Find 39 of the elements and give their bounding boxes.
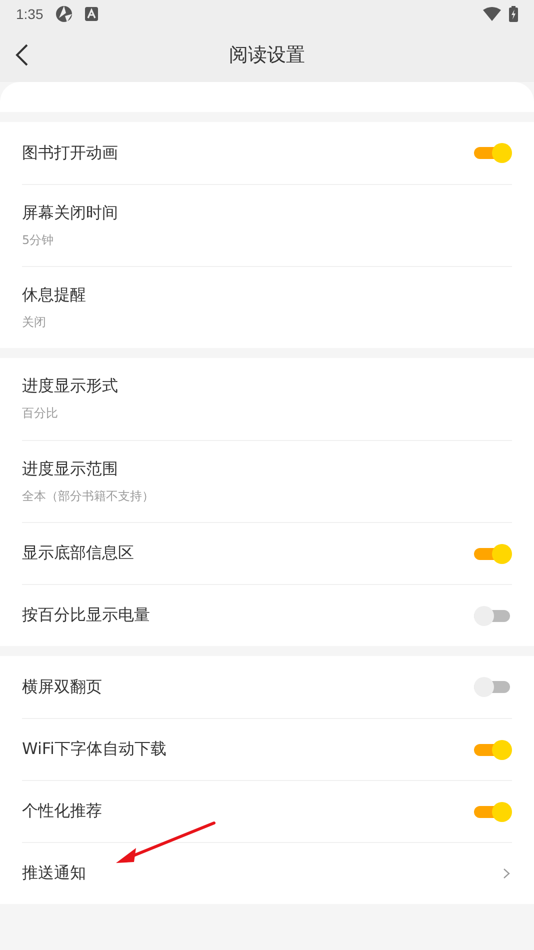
toggle-switch[interactable] [474,143,512,163]
chevron-icon [503,868,510,879]
setting-value: 全本（部分书籍不支持） [22,488,155,504]
settings-row[interactable]: 休息提醒 关闭 [22,266,512,348]
battery-icon [509,6,518,22]
setting-label: 推送通知 [22,863,87,884]
setting-label: 横屏双翻页 [22,676,103,698]
setting-label: 休息提醒 [22,284,87,306]
setting-value: 百分比 [22,405,59,422]
setting-value: 5分钟 [22,232,55,248]
setting-label: 屏幕关闭时间 [22,202,119,224]
setting-label: WiFi下字体自动下载 [22,739,168,760]
toggle-switch[interactable] [474,677,512,697]
keyboard-icon [85,7,98,21]
toggle-switch[interactable] [474,606,512,626]
toggle-switch[interactable] [474,740,512,760]
status-time: 1:35 [16,6,44,22]
setting-label: 按百分比显示电量 [22,605,151,626]
settings-row[interactable]: 进度显示形式 百分比 [22,358,512,440]
wifi-icon [483,7,501,21]
settings-row[interactable]: 图书打开动画 [22,122,512,184]
setting-value: 关闭 [22,314,47,330]
settings-row[interactable]: 横屏双翻页 [22,656,512,718]
settings-row[interactable]: 屏幕关闭时间 5分钟 [22,184,512,266]
setting-label: 显示底部信息区 [22,543,135,564]
settings-row[interactable]: 进度显示范围 全本（部分书籍不支持） [22,440,512,522]
setting-label: 进度显示形式 [22,376,119,397]
settings-row[interactable]: 个性化推荐 [22,780,512,842]
setting-label: 个性化推荐 [22,801,103,822]
settings-row[interactable]: WiFi下字体自动下载 [22,718,512,780]
toggle-switch[interactable] [474,544,512,564]
back-icon[interactable] [15,43,29,67]
settings-row[interactable]: 按百分比显示电量 [22,584,512,646]
setting-label: 图书打开动画 [22,142,119,164]
ball-icon [55,5,74,23]
toggle-switch[interactable] [474,802,512,822]
setting-label: 进度显示范围 [22,458,119,480]
settings-row[interactable]: 显示底部信息区 [22,522,512,584]
page-title: 阅读设置 [229,43,305,68]
